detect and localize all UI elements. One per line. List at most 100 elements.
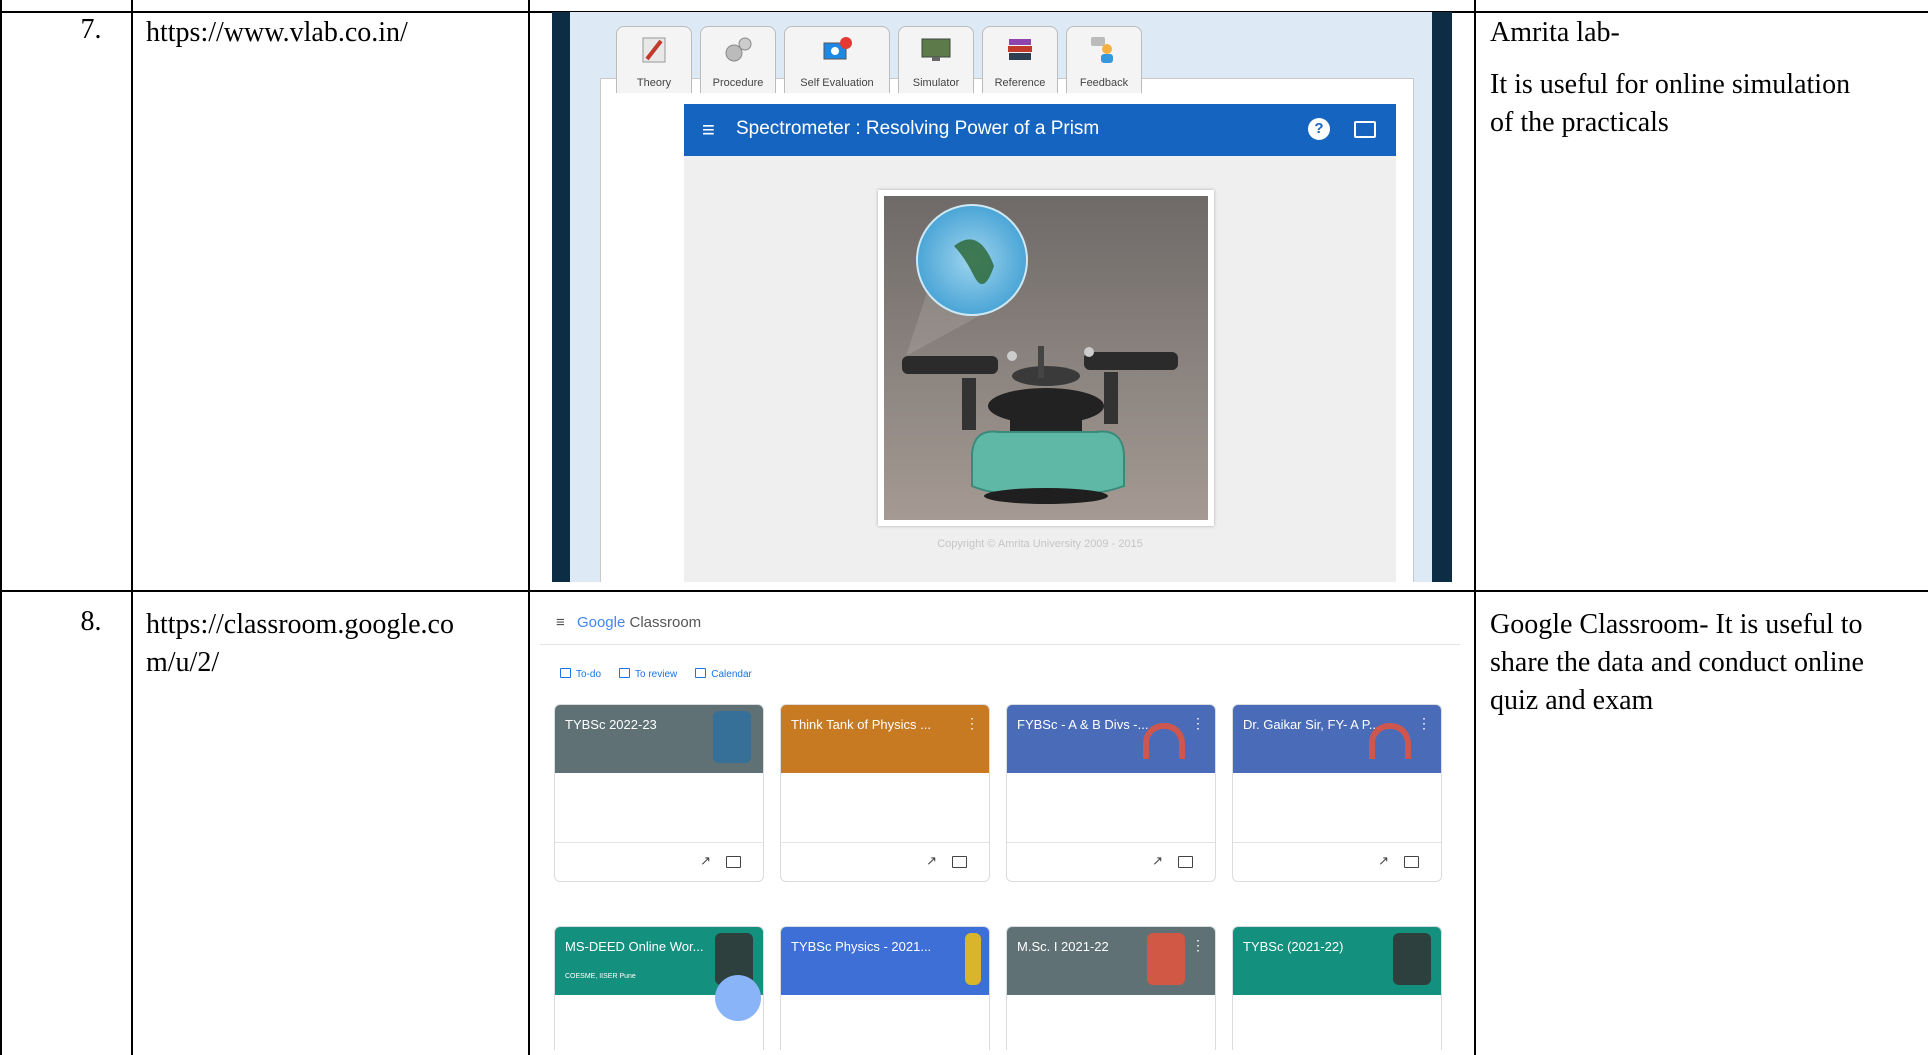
url-cell[interactable]: https://www.vlab.co.in/ [146,14,408,52]
google-wordmark: Google [576,614,626,631]
classroom-wordmark: Classroom [629,614,702,631]
description-line: It is useful for online simulation [1490,69,1851,100]
class-card[interactable]: MS-DEED Online Wor... COESME, IISER Pune [554,926,764,1050]
card-title: Think Tank of Physics ... [791,717,931,732]
tab-label: Simulator [912,77,960,89]
calendar-icon [695,668,707,678]
folder-icon[interactable] [1404,856,1419,868]
table-column-divider [131,0,133,1055]
nav-to-review[interactable]: To review [619,668,677,680]
nav-label: To review [635,669,678,680]
card-footer: ↗ [1007,842,1215,881]
avatar [715,975,761,1021]
trend-icon[interactable]: ↗ [1378,853,1389,869]
person-chat-icon [1091,37,1113,63]
simulator-frame [878,190,1214,526]
class-card[interactable]: Dr. Gaikar Sir, FY- A P... ⋮ ↗ [1232,704,1442,882]
simulator-body: Copyright © Amrita University 2009 - 201… [684,156,1396,582]
nav-calendar[interactable]: Calendar [695,668,752,680]
card-title: TYBSc 2022-23 [565,717,657,732]
tab-label: Procedure [712,77,764,89]
table-border-left [0,0,2,1055]
tab-procedure[interactable]: Procedure [700,26,776,93]
todo-icon [560,668,571,678]
tab-theory[interactable]: Theory [616,26,692,93]
gears-icon [725,37,752,62]
card-subtitle: COESME, IISER Pune [565,973,636,980]
simulator-header: ≡ Spectrometer : Resolving Power of a Pr… [684,104,1396,156]
folder-icon[interactable] [726,856,741,868]
notebook-illustration [1147,933,1185,985]
class-card[interactable]: M.Sc. I 2021-22 ⋮ [1006,926,1216,1050]
globe-monitor-icon [823,37,852,60]
card-title: M.Sc. I 2021-22 [1017,939,1109,954]
table-column-divider [1474,0,1476,1055]
description-cell: Amrita lab- It is useful for online simu… [1490,14,1928,142]
description-line: of the practicals [1490,107,1669,138]
tab-simulator[interactable]: Simulator [898,26,974,93]
book-illustration [965,933,981,985]
tab-label: Theory [636,77,672,89]
folder-icon[interactable] [1178,856,1193,868]
more-icon[interactable]: ⋮ [1191,937,1205,954]
monitor-icon [921,38,951,61]
classroom-nav: To-do To review Calendar [560,668,752,680]
url-line: https://classroom.google.co [146,609,454,640]
card-title: TYBSc (2021-22) [1243,939,1344,954]
trend-icon[interactable]: ↗ [1152,853,1163,869]
url-line: m/u/2/ [146,647,220,678]
card-footer: ↗ [781,842,989,881]
review-icon [619,668,631,678]
nav-label: Calendar [711,669,752,680]
class-card[interactable]: Think Tank of Physics ... ⋮ ↗ [780,704,990,882]
table-column-divider [528,0,530,1055]
menu-icon[interactable]: ≡ [702,117,715,143]
card-header: TYBSc (2021-22) [1233,927,1441,995]
tab-feedback[interactable]: Feedback [1066,26,1142,93]
topbar-divider [540,644,1460,645]
row-number: 8. [80,606,102,637]
folder-icon[interactable] [952,856,967,868]
url-cell[interactable]: https://classroom.google.co m/u/2/ [146,606,516,682]
card-title: Dr. Gaikar Sir, FY- A P... [1243,717,1380,732]
phone-illustration [1393,933,1431,985]
vlab-screenshot: Theory Procedure Self Evaluation Simulat… [552,12,1452,582]
magnet-illustration [1143,723,1185,759]
menu-icon[interactable]: ≡ [556,614,565,631]
help-icon[interactable]: ? [1308,118,1330,140]
classroom-screenshot: ≡ Google Classroom To-do To review Calen… [540,604,1460,1050]
description-line: Amrita lab- [1490,17,1620,48]
tab-label: Reference [994,77,1046,89]
nav-todo[interactable]: To-do [560,668,601,680]
card-header: M.Sc. I 2021-22 ⋮ [1007,927,1215,995]
more-icon[interactable]: ⋮ [965,715,979,732]
classroom-logo[interactable]: Google Classroom [577,614,701,631]
description-line: Google Classroom- It is useful to [1490,609,1863,640]
description-line: share the data and conduct online [1490,647,1864,678]
card-footer: ↗ [555,842,763,881]
trend-icon[interactable]: ↗ [926,853,937,869]
vlab-page: Theory Procedure Self Evaluation Simulat… [570,12,1432,582]
tab-self-evaluation[interactable]: Self Evaluation [784,26,890,93]
card-header: Think Tank of Physics ... ⋮ [781,705,989,773]
nav-label: To-do [576,669,602,680]
more-icon[interactable]: ⋮ [1417,715,1431,732]
description-line: quiz and exam [1490,685,1654,716]
card-header: TYBSc 2022-23 [555,705,763,773]
class-card[interactable]: TYBSc Physics - 2021... [780,926,990,1050]
class-card[interactable]: TYBSc 2022-23 ↗ [554,704,764,882]
more-icon[interactable]: ⋮ [1191,715,1205,732]
books-icon [1008,39,1032,60]
card-illustration [713,711,751,763]
trend-icon[interactable]: ↗ [700,853,711,869]
tab-reference[interactable]: Reference [982,26,1058,93]
spectrometer-image [884,196,1208,520]
card-footer: ↗ [1233,842,1441,881]
fullscreen-icon[interactable] [1354,121,1376,138]
card-header: FYBSc - A & B Divs -... ⋮ [1007,705,1215,773]
class-card[interactable]: FYBSc - A & B Divs -... ⋮ ↗ [1006,704,1216,882]
class-card[interactable]: TYBSc (2021-22) [1232,926,1442,1050]
table-row-divider [0,590,1928,592]
magnet-illustration [1369,723,1411,759]
simulator-title: Spectrometer : Resolving Power of a Pris… [736,118,1100,139]
